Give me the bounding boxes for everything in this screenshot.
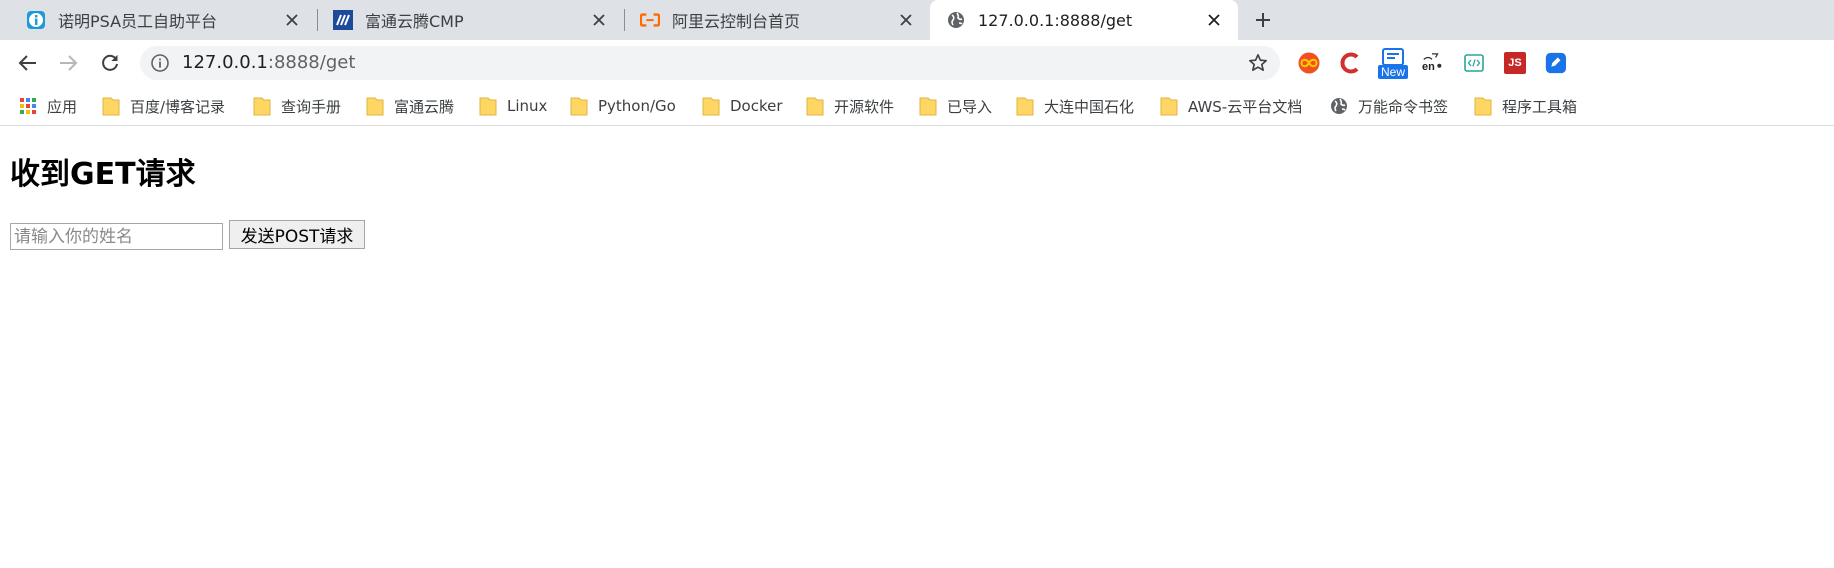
- bookmark-label: 富通云腾: [394, 97, 455, 116]
- folder-icon: [366, 97, 384, 116]
- page-heading: 收到GET请求: [10, 157, 196, 192]
- code-extension-icon[interactable]: [1463, 52, 1485, 74]
- bookmark-label: 开源软件: [834, 97, 895, 116]
- page-content: 收到GET请求 发送POST请求: [0, 127, 1834, 568]
- bookmark-folder[interactable]: 查询手册: [253, 86, 341, 126]
- bookmark-star-icon[interactable]: [1248, 53, 1268, 73]
- tab-title: 诺明PSA员工自助平台: [58, 12, 218, 31]
- aliyun-icon: [640, 10, 660, 30]
- folder-icon: [919, 97, 937, 116]
- c-extension-icon[interactable]: [1339, 52, 1361, 74]
- folder-icon: [570, 97, 588, 116]
- close-tab-icon[interactable]: [1204, 10, 1224, 30]
- tab-aliyun[interactable]: 阿里云控制台首页: [624, 0, 930, 40]
- reload-icon: [100, 53, 120, 73]
- tab-title: 阿里云控制台首页: [672, 12, 801, 31]
- bookmark-folder[interactable]: Python/Go: [570, 86, 676, 126]
- forward-button[interactable]: [53, 48, 83, 78]
- bookmark-label: 程序工具箱: [1502, 97, 1578, 116]
- bookmark-folder[interactable]: 百度/博客记录: [102, 86, 225, 126]
- bookmark-label: 已导入: [947, 97, 993, 116]
- bookmark-label: 查询手册: [281, 97, 342, 116]
- bookmark-label: 万能命令书签: [1358, 97, 1449, 116]
- bookmark-label: Docker: [730, 97, 783, 115]
- back-button[interactable]: [13, 48, 43, 78]
- bookmark-folder[interactable]: 开源软件: [806, 86, 894, 126]
- bookmarks-bar: 应用 百度/博客记录 查询手册 富通云腾 Linux Python/Go Doc…: [0, 86, 1834, 126]
- tab-psa[interactable]: 诺明PSA员工自助平台: [10, 0, 316, 40]
- blue-pen-extension-icon[interactable]: [1544, 52, 1566, 74]
- bookmark-folder[interactable]: 程序工具箱: [1474, 86, 1577, 126]
- folder-icon: [702, 97, 720, 116]
- send-post-button[interactable]: 发送POST请求: [229, 220, 365, 249]
- new-badge: New: [1378, 65, 1408, 79]
- bookmark-folder[interactable]: 富通云腾: [366, 86, 454, 126]
- bookmark-label: 应用: [47, 97, 78, 116]
- bookmark-label: Python/Go: [598, 97, 676, 115]
- reload-button[interactable]: [95, 48, 125, 78]
- new-tab-button[interactable]: [1248, 5, 1278, 35]
- cmp-logo-icon: [333, 10, 353, 30]
- folder-icon: [806, 97, 824, 116]
- bookmark-folder[interactable]: 大连中国石化: [1016, 86, 1134, 126]
- tab-active-get[interactable]: 127.0.0.1:8888/get: [930, 0, 1238, 40]
- infinity-extension-icon[interactable]: [1298, 52, 1320, 74]
- url-path: :8888/get: [267, 52, 356, 73]
- bookmark-label: 百度/博客记录: [130, 97, 226, 116]
- bookmark-folder[interactable]: Linux: [479, 86, 547, 126]
- folder-icon: [1016, 97, 1034, 116]
- url-text: 127.0.0.1:8888/get: [182, 53, 355, 73]
- bookmark-folder[interactable]: Docker: [702, 86, 783, 126]
- arrow-right-icon: [58, 53, 78, 73]
- tab-title: 127.0.0.1:8888/get: [978, 10, 1133, 30]
- tab-strip: 诺明PSA员工自助平台 富通云腾CMP 阿里云控制台首页 127.0.0.1:8…: [0, 0, 1834, 40]
- folder-icon: [479, 97, 497, 116]
- bookmark-folder[interactable]: 已导入: [919, 86, 992, 126]
- translate-extension-icon[interactable]: en: [1421, 52, 1443, 74]
- globe-icon: [946, 10, 966, 30]
- close-tab-icon[interactable]: [282, 10, 302, 30]
- folder-icon: [102, 97, 120, 116]
- folder-icon: [1474, 97, 1492, 116]
- browser-toolbar: 127.0.0.1:8888/get New en JS: [0, 40, 1834, 86]
- tab-title: 富通云腾CMP: [365, 12, 464, 31]
- bookmark-apps[interactable]: 应用: [19, 86, 77, 126]
- js-label: JS: [1508, 57, 1522, 69]
- site-info-icon[interactable]: [150, 53, 170, 73]
- tab-cmp[interactable]: 富通云腾CMP: [317, 0, 623, 40]
- folder-icon: [1160, 97, 1178, 116]
- new-badge-extension-icon[interactable]: New: [1378, 48, 1408, 79]
- name-input[interactable]: [10, 223, 223, 250]
- bookmark-link[interactable]: 万能命令书签: [1330, 86, 1448, 126]
- bookmark-label: Linux: [507, 97, 548, 115]
- plus-icon: [1254, 11, 1272, 29]
- arrow-left-icon: [18, 53, 38, 73]
- apps-grid-icon: [19, 97, 37, 115]
- url-host: 127.0.0.1: [182, 52, 268, 73]
- close-tab-icon[interactable]: [896, 10, 916, 30]
- bookmark-label: AWS-云平台文档: [1188, 97, 1303, 116]
- close-tab-icon[interactable]: [589, 10, 609, 30]
- translate-label: en: [1422, 61, 1435, 73]
- js-extension-icon[interactable]: JS: [1504, 52, 1526, 74]
- info-icon: [26, 10, 46, 30]
- address-bar[interactable]: 127.0.0.1:8888/get: [140, 46, 1280, 80]
- globe-icon: [1330, 97, 1348, 115]
- bookmark-label: 大连中国石化: [1044, 97, 1135, 116]
- bookmark-folder[interactable]: AWS-云平台文档: [1160, 86, 1302, 126]
- folder-icon: [253, 97, 271, 116]
